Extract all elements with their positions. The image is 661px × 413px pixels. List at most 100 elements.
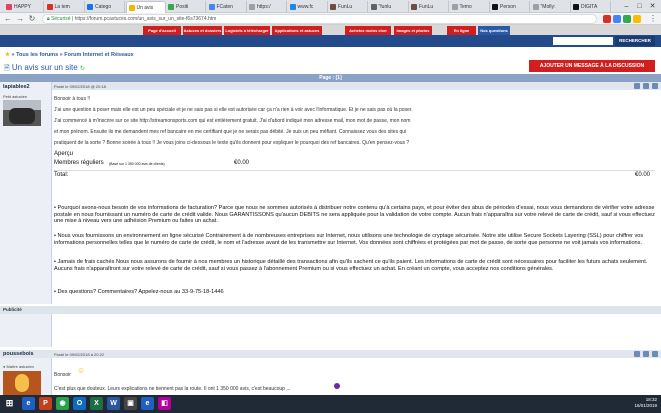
top-icon[interactable] [652, 83, 658, 89]
browser-tab[interactable]: "Molly: [531, 1, 571, 13]
tab-favicon-icon [128, 5, 135, 11]
post-header [52, 82, 661, 90]
browser-address-bar: ← → ↻ 🔒︎ Sécurisé | https://forum.pcastu… [0, 13, 661, 25]
browser-tab[interactable]: FCaten [207, 1, 247, 13]
extension-icon[interactable] [613, 15, 621, 23]
site-header: RECHERCHER [0, 35, 661, 47]
browser-tab[interactable]: Positi [166, 1, 206, 13]
page-title: Un avis sur un site [11, 63, 78, 72]
tab-favicon-icon [46, 4, 53, 10]
browser-tab[interactable]: Un avis [125, 1, 166, 13]
post-line: J'ai une question à poser mais elle est … [54, 107, 413, 113]
author-name[interactable]: poussebois [3, 351, 34, 357]
tab-label: Person [500, 4, 516, 10]
quote-icon[interactable] [634, 83, 640, 89]
author-name[interactable]: lapiablee2 [3, 84, 30, 90]
browser-tab[interactable]: Temo [450, 1, 490, 13]
info-paragraph: • Des questions? Commentaires? Appelez-n… [54, 289, 224, 295]
tab-label: FunLu [338, 4, 353, 10]
menu-icon[interactable]: ⋮ [648, 14, 658, 24]
breadcrumb-forum-link[interactable]: Forum Internet et Réseaux [64, 52, 133, 58]
tab-favicon-icon [451, 4, 458, 10]
star-icon: ★ [5, 52, 10, 58]
rank-icon: ● [3, 364, 6, 369]
maximize-icon[interactable]: □ [633, 0, 646, 13]
tab-label: Positi [176, 4, 189, 10]
taskbar-app-icon[interactable]: ◧ [158, 397, 171, 410]
browser-tab[interactable]: Person [490, 1, 530, 13]
taskbar-app-icon[interactable]: ◉ [56, 397, 69, 410]
site-nav-item[interactable]: En ligne [447, 26, 476, 35]
taskbar-app-icon[interactable]: e [22, 397, 35, 410]
author-rank: Petit astucien [3, 94, 28, 99]
info-paragraph: • Jamais de frais cachés Nous nous assur… [54, 259, 648, 272]
post-date: Posté le 09/02/2018 à 20:22 [54, 352, 105, 357]
tab-label: FunLu [419, 4, 434, 10]
tab-favicon-icon [370, 4, 377, 10]
back-icon[interactable]: ← [3, 14, 13, 24]
post-line: et mon prénom. Ensuite ils me demandent … [54, 129, 407, 135]
refresh-icon: ↻ [79, 66, 85, 72]
quote-icon[interactable] [634, 351, 640, 357]
top-icon[interactable] [652, 351, 658, 357]
report-icon[interactable] [643, 351, 649, 357]
extension-icon[interactable] [623, 15, 631, 23]
browser-tab[interactable]: www.fc [288, 1, 328, 13]
report-icon[interactable] [643, 83, 649, 89]
forward-icon[interactable]: → [15, 14, 25, 24]
members-note: (Basé sur 1 350 000 avis de clients) [109, 162, 165, 166]
site-nav-item[interactable]: Images et photos [394, 26, 432, 35]
windows-taskbar: ⊞ 18:32 16/01/2019 e P ◉ O X W ▣ e ◧ [0, 395, 661, 413]
pagination-bar[interactable]: Page : [1] [0, 74, 661, 82]
tab-label: www.fc [297, 4, 314, 10]
avatar [3, 100, 41, 126]
browser-tab[interactable]: HAPPY [4, 1, 44, 13]
browser-tab[interactable]: "funlu [369, 1, 409, 13]
browser-tab[interactable]: DIGITA [571, 1, 611, 13]
tab-favicon-icon [249, 4, 255, 10]
post-line: pratiquent de la sorte ? Bonne soirée à … [54, 140, 410, 146]
site-nav-item[interactable]: Astuces et dossiers [183, 26, 222, 35]
clock-date: 16/01/2019 [634, 403, 657, 408]
taskbar-app-icon[interactable]: X [90, 397, 103, 410]
browser-tab[interactable]: FunLu [328, 1, 368, 13]
browser-tab[interactable]: https:/ [247, 1, 287, 13]
site-nav-item[interactable]: Nos questions [478, 26, 510, 35]
browser-tab[interactable]: La tem [45, 1, 85, 13]
taskbar-app-icon[interactable]: ▣ [124, 397, 137, 410]
tab-favicon-icon [492, 4, 498, 10]
url-input[interactable]: 🔒︎ Sécurisé | https://forum.pcastuces.co… [42, 14, 597, 24]
apercu-label: Aperçu [54, 151, 74, 157]
members-value: €0.00 [234, 160, 250, 166]
ad-left-column [0, 314, 52, 347]
breadcrumb-root-link[interactable]: Tous les forums [16, 52, 58, 58]
tab-favicon-icon [573, 4, 579, 10]
reload-icon[interactable]: ↻ [27, 14, 37, 24]
taskbar-app-icon[interactable]: P [39, 397, 52, 410]
search-input[interactable] [553, 37, 613, 45]
site-nav-item[interactable]: Page d'accueil [143, 26, 181, 35]
add-message-button[interactable]: AJOUTER UN MESSAGE À LA DISCUSSION [529, 60, 655, 72]
search-button[interactable]: RECHERCHER [615, 36, 655, 46]
taskbar-app-icon[interactable]: e [141, 397, 154, 410]
browser-tab[interactable]: FunLu [409, 1, 449, 13]
site-nav-item[interactable]: Logiciels à télécharger [224, 26, 270, 35]
tab-favicon-icon [168, 4, 174, 10]
start-icon[interactable]: ⊞ [3, 397, 16, 410]
tab-favicon-icon [532, 4, 539, 10]
extension-icon[interactable] [633, 15, 641, 23]
minimize-icon[interactable]: – [620, 0, 633, 13]
site-navigation: Page d'accueil Astuces et dossiers Logicie… [0, 25, 661, 35]
taskbar-app-icon[interactable]: O [73, 397, 86, 410]
extension-icon[interactable] [603, 15, 611, 23]
close-icon[interactable]: ✕ [646, 0, 659, 13]
tab-favicon-icon [289, 4, 296, 10]
site-nav-item[interactable]: Applications et astuces [272, 26, 322, 35]
tab-label: Temo [459, 4, 472, 10]
tab-favicon-icon [6, 4, 12, 10]
site-nav-item[interactable]: Achetez moins cher [345, 26, 391, 35]
taskbar-app-icon[interactable]: W [107, 397, 120, 410]
tab-label: Catego [95, 4, 112, 10]
emoji-icon [334, 383, 340, 389]
browser-tab[interactable]: Catego [85, 1, 125, 13]
